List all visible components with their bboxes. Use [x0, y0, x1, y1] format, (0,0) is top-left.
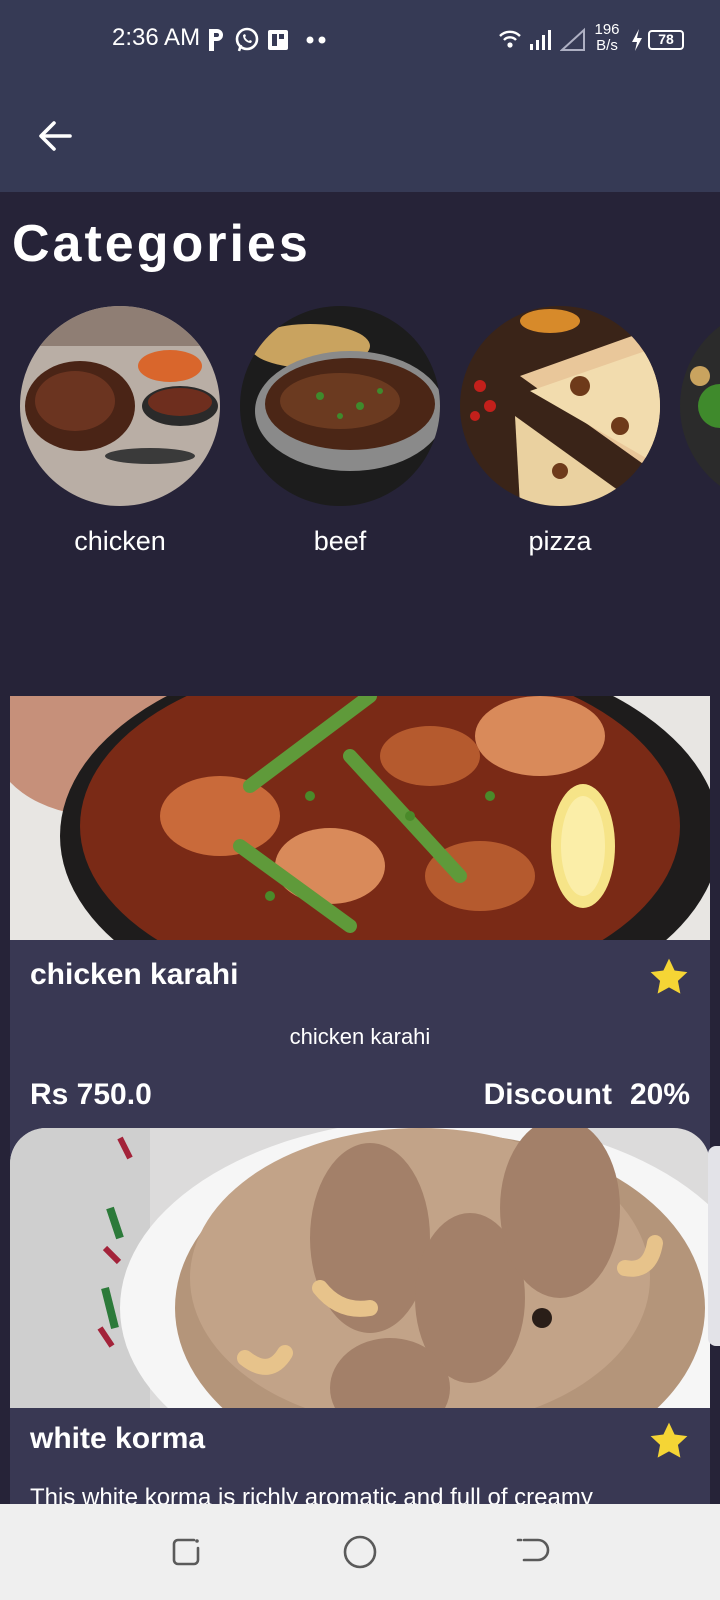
dish-card[interactable]: white korma This white korma is richly a…: [10, 1128, 710, 1504]
net-speed-unit: B/s: [596, 37, 618, 54]
star-icon[interactable]: [648, 1420, 690, 1462]
status-bar: 2:36 AM 196 B/s 78: [0, 0, 720, 80]
parking-app-icon: [209, 29, 223, 51]
back-button[interactable]: [30, 110, 82, 162]
back-nav-button[interactable]: [514, 1532, 554, 1572]
wifi-icon: [499, 30, 521, 48]
category-label: chicken: [74, 526, 166, 556]
signal-icon: [530, 30, 551, 50]
dish-image: [10, 696, 710, 940]
arrow-left-icon: [39, 121, 72, 151]
category-label: pizza: [528, 526, 592, 556]
category-image: [460, 306, 660, 506]
star-icon[interactable]: [648, 956, 690, 998]
dish-card[interactable]: chicken karahi chicken karahi Rs 750.0 D…: [10, 696, 710, 1128]
battery-icon: 78: [648, 30, 684, 50]
system-nav-bar: [0, 1504, 720, 1600]
battery-level: 78: [658, 31, 674, 47]
scrollbar[interactable]: [708, 1146, 720, 1346]
categories-title: Categories: [12, 215, 311, 273]
net-speed-value: 196: [594, 21, 620, 38]
whatsapp-icon: [235, 27, 259, 52]
category-image: [20, 306, 220, 506]
recent-apps-button[interactable]: [166, 1532, 206, 1572]
dish-name: white korma: [30, 1422, 206, 1455]
net-speed: 196 B/s: [592, 22, 622, 54]
discount-value: 20%: [629, 1078, 690, 1111]
category-beef[interactable]: beef: [240, 306, 440, 557]
category-label: beef: [313, 526, 367, 556]
ms-office-icon: [268, 30, 288, 50]
discount-label: Discount: [483, 1078, 612, 1111]
dish-discount: Discount 20%: [484, 1078, 690, 1112]
app-bar: [0, 80, 720, 192]
category-partial[interactable]: [680, 306, 720, 506]
dish-name: chicken karahi: [30, 958, 239, 991]
category-image: [240, 306, 440, 506]
dish-price: Rs 750.0: [30, 1078, 152, 1111]
category-chicken[interactable]: chicken: [20, 306, 220, 557]
home-button[interactable]: [340, 1532, 380, 1572]
category-pizza[interactable]: pizza: [460, 306, 660, 557]
charging-icon: [632, 29, 642, 51]
status-time: 2:36 AM: [112, 24, 201, 51]
dish-description: chicken karahi: [289, 1024, 431, 1049]
signal-empty-icon: [560, 27, 585, 51]
more-notifications-icon: [306, 36, 326, 44]
dish-description: This white korma is richly aromatic and …: [30, 1484, 593, 1504]
dish-image: [10, 1128, 710, 1408]
